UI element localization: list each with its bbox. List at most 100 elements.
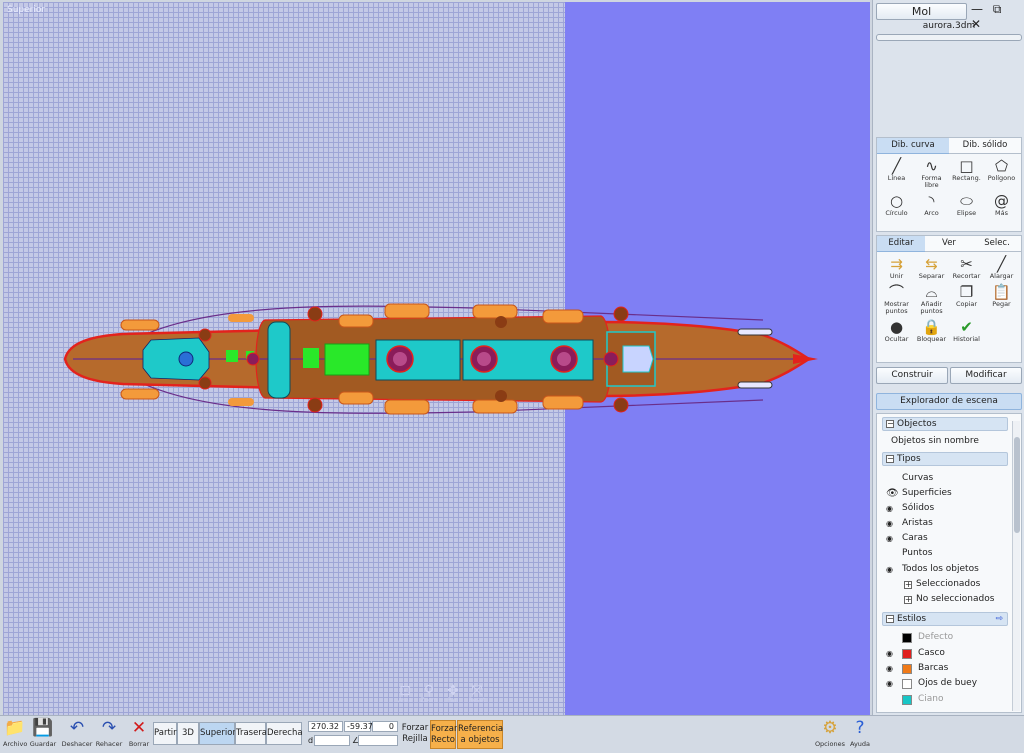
delete-button[interactable]: ✕ Borrar [127, 716, 151, 748]
undo-button[interactable]: ↶ Deshacer [61, 716, 93, 748]
type-item-all-objects[interactable]: ◉ Todos los objetos [880, 562, 1014, 577]
eye-icon[interactable]: ◉ [886, 516, 893, 531]
object-snap-toggle[interactable]: Referencia a objetos [457, 720, 503, 749]
distance-field[interactable] [314, 735, 350, 746]
delete-x-icon: ✕ [131, 718, 147, 738]
eye-icon[interactable]: ◉ [886, 676, 893, 691]
arc-tool[interactable]: ◝ Arco [914, 192, 949, 217]
snap-grid-toggle[interactable]: Forzar Rejilla [401, 720, 429, 749]
coord-x-field[interactable]: 270.32 [308, 721, 343, 732]
floppy-icon: 💾 [32, 718, 54, 738]
circle-tool[interactable]: ○ Círculo [879, 192, 914, 217]
join-tool[interactable]: ⇉ Unir [879, 255, 914, 280]
build-button[interactable]: Construir [876, 367, 948, 384]
expand-icon[interactable]: + [904, 596, 912, 604]
scene-explorer-button[interactable]: Explorador de escena [876, 393, 1022, 410]
more-tool[interactable]: @ Más [984, 192, 1019, 217]
save-button[interactable]: 💾 Guardar [29, 716, 57, 748]
modify-button[interactable]: Modificar [950, 367, 1022, 384]
copy-tool[interactable]: ❐ Copiar [949, 283, 984, 315]
line-tool[interactable]: ╱ Línea [879, 157, 914, 189]
view-3d-button[interactable]: 3D [177, 722, 199, 745]
pan-button[interactable]: ✥ Pan [443, 684, 463, 712]
color-swatch [902, 649, 912, 659]
tab-draw-solid[interactable]: Dib. sólido [949, 138, 1021, 154]
explorer-scrollbar[interactable] [1012, 421, 1020, 711]
type-item-surfaces[interactable]: 👁 Superficies [880, 486, 1014, 501]
view-back-button[interactable]: Trasera [235, 722, 267, 745]
ship-model[interactable] [3, 2, 870, 715]
redo-button[interactable]: ↷ Rehacer [94, 716, 124, 748]
style-item-hull[interactable]: ◉ Casco [880, 646, 1014, 661]
view-top-button[interactable]: Superior [199, 722, 236, 745]
tab-view[interactable]: Ver [925, 236, 973, 252]
add-points-tool[interactable]: ⌓ Añadir puntos [914, 283, 949, 315]
options-button[interactable]: ⚙ Opciones [814, 716, 846, 748]
zoom-area-icon: ⊡ [399, 683, 411, 699]
type-item-not-selected[interactable]: + No seleccionados [880, 592, 1014, 607]
trim-tool[interactable]: ✂ Recortar [949, 255, 984, 280]
hide-icon: ● [889, 318, 904, 337]
color-swatch [902, 664, 912, 674]
style-item-portholes[interactable]: ◉ Ojos de buey [880, 676, 1014, 691]
eye-icon[interactable]: ◉ [886, 646, 893, 661]
magnifier-icon: ⚲ [423, 683, 435, 699]
type-item-points[interactable]: Puntos [880, 546, 1014, 561]
type-item-edges[interactable]: ◉ Aristas [880, 516, 1014, 531]
viewport[interactable]: Superior ⊡ Area ⚲ Zoom ✥ Pan ⤧ Reset [3, 2, 870, 715]
type-item-faces[interactable]: ◉ Caras [880, 531, 1014, 546]
coord-y-field[interactable]: -59.37 [344, 721, 373, 732]
unnamed-objects-item[interactable]: Objetos sin nombre [880, 434, 1014, 449]
separate-tool[interactable]: ⇆ Separar [914, 255, 949, 280]
eye-icon[interactable]: 👁 [886, 486, 899, 501]
paste-tool[interactable]: 📋 Pegar [984, 283, 1019, 315]
type-item-solids[interactable]: ◉ Sólidos [880, 501, 1014, 516]
lock-tool[interactable]: 🔒 Bloquear [914, 318, 949, 343]
tab-draw-curve[interactable]: Dib. curva [877, 138, 949, 154]
polygon-tool[interactable]: ⬠ Polígono [984, 157, 1019, 189]
eye-icon[interactable]: ◉ [886, 562, 893, 577]
style-item-cyan[interactable]: Ciano [880, 692, 1014, 707]
collapse-icon: − [886, 419, 894, 428]
eye-icon[interactable]: ◉ [886, 661, 893, 676]
arrow-right-icon[interactable]: ⇨ [995, 613, 1003, 625]
view-right-button[interactable]: Derecha [266, 722, 303, 745]
expand-icon[interactable]: + [904, 581, 912, 589]
angle-field[interactable] [358, 735, 398, 746]
add-points-icon: ⌓ [925, 283, 938, 302]
styles-section-header[interactable]: − Estilos ⇨ [882, 612, 1008, 626]
objects-section-header[interactable]: − Objectos [882, 417, 1008, 431]
type-item-selected[interactable]: + Seleccionados [880, 577, 1014, 592]
file-button[interactable]: 📁 Archivo [3, 716, 27, 748]
hide-tool[interactable]: ● Ocultar [879, 318, 914, 343]
polygon-icon: ⬠ [994, 157, 1009, 175]
rectangle-tool[interactable]: □ Rectang. [949, 157, 984, 189]
view-split-button[interactable]: Partir [153, 722, 177, 745]
tab-edit[interactable]: Editar [877, 236, 925, 252]
arc-icon: ◝ [928, 192, 935, 211]
types-section-header[interactable]: − Tipos [882, 452, 1008, 466]
extend-tool[interactable]: ╱ Alargar [984, 255, 1019, 280]
tab-select[interactable]: Selec. [973, 236, 1021, 252]
line-icon: ╱ [891, 157, 902, 175]
ellipse-tool[interactable]: ⬭ Elipse [949, 192, 984, 217]
help-button[interactable]: ? Ayuda [846, 716, 874, 748]
scene-explorer: − Objectos Objetos sin nombre − Tipos Curv… [876, 413, 1022, 713]
snap-ortho-toggle[interactable]: Forzar Recto [430, 720, 457, 749]
style-item-boats[interactable]: ◉ Barcas [880, 661, 1014, 676]
coord-z-field[interactable]: 0 [372, 721, 398, 732]
style-item-default[interactable]: Defecto [880, 630, 1014, 645]
eye-icon[interactable]: ◉ [886, 501, 893, 516]
zoom-button[interactable]: ⚲ Zoom [419, 684, 439, 712]
eye-icon[interactable]: ◉ [886, 531, 893, 546]
type-item-curves[interactable]: Curvas [880, 471, 1014, 486]
zoom-area-button[interactable]: ⊡ Area [395, 684, 415, 712]
circle-icon: ○ [889, 192, 904, 211]
history-tool[interactable]: ✔ Historial [949, 318, 984, 343]
mode-button[interactable]: Mol [876, 3, 967, 20]
right-panel: Mol — ⧉ ✕ aurora.3dm Dib. curva Dib. sól… [872, 0, 1024, 715]
freeform-tool[interactable]: ∿ Forma libre [914, 157, 949, 189]
reset-view-button[interactable]: ⤧ Reset [467, 684, 487, 712]
show-points-tool[interactable]: ⌒ Mostrar puntos [879, 283, 914, 315]
scrollbar-thumb[interactable] [1014, 437, 1020, 533]
